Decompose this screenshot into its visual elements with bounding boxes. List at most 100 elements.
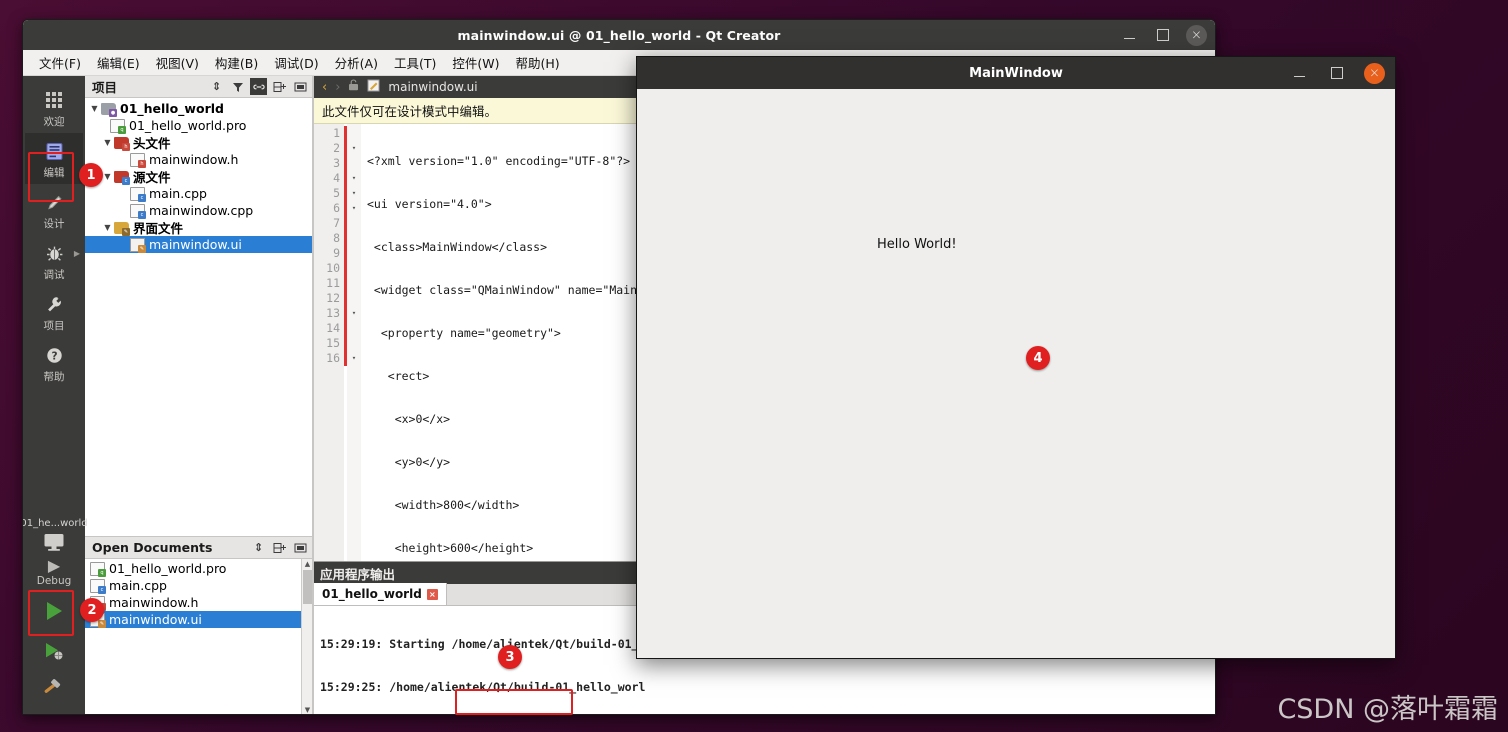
- menu-item-tools[interactable]: 工具(T): [386, 50, 444, 75]
- fold-column[interactable]: ▾ ▾ ▾ ▾ ▾ ▾: [347, 124, 361, 561]
- minimize-icon[interactable]: [1288, 62, 1310, 84]
- build-button[interactable]: [25, 670, 83, 710]
- line-number: 7: [333, 216, 340, 230]
- sidebar-item-projects[interactable]: 项目: [25, 286, 83, 337]
- tree-item-label: 01_hello_world: [120, 101, 224, 116]
- close-icon[interactable]: ×: [1186, 24, 1207, 46]
- tree-item-sources-folder[interactable]: ▼ c 源文件: [85, 168, 312, 185]
- sidebar-item-help[interactable]: ? 帮助: [25, 337, 83, 388]
- tree-item-project[interactable]: ▼ ● 01_hello_world: [85, 100, 312, 117]
- list-item[interactable]: q 01_hello_world.pro: [85, 560, 312, 577]
- menu-item-help[interactable]: 帮助(H): [507, 50, 567, 75]
- tree-item-headers-folder[interactable]: ▼ h 头文件: [85, 134, 312, 151]
- debug-run-button[interactable]: [25, 636, 83, 670]
- menu-item-debug[interactable]: 调试(D): [266, 50, 326, 75]
- scroll-down-arrow-icon[interactable]: ▼: [303, 705, 312, 714]
- wrench-icon: [45, 292, 64, 316]
- chevron-right-icon[interactable]: ›: [335, 80, 340, 95]
- modification-marker: [344, 124, 347, 561]
- h-file-icon: h: [130, 152, 146, 168]
- fold-marker: [347, 336, 361, 351]
- sidebar-item-edit[interactable]: 编辑: [25, 133, 83, 184]
- scroll-up-arrow-icon[interactable]: ▲: [303, 559, 312, 570]
- document-lines-icon: [45, 139, 64, 163]
- filter-icon[interactable]: [229, 78, 246, 95]
- editor-infobar-text: 此文件仅可在设计模式中编辑。: [322, 104, 498, 119]
- list-item[interactable]: h mainwindow.h: [85, 594, 312, 611]
- sidebar-item-design[interactable]: 设计: [25, 184, 83, 235]
- sidebar-item-debug[interactable]: 调试 ▶: [25, 235, 83, 286]
- sort-updown-icon[interactable]: ⇕: [208, 78, 225, 95]
- chevron-right-icon[interactable]: ▶: [74, 249, 80, 258]
- line-number: 9: [333, 246, 340, 260]
- menu-item-file[interactable]: 文件(F): [31, 50, 89, 75]
- left-dock-column: 项目 ⇕ ▼ ● 01_hello_world q 01_hello_world…: [85, 76, 313, 714]
- tree-item-pro-file[interactable]: q 01_hello_world.pro: [85, 117, 312, 134]
- projects-tree[interactable]: ▼ ● 01_hello_world q 01_hello_world.pro: [85, 98, 312, 536]
- split-add-icon[interactable]: [271, 539, 288, 556]
- fold-marker: [347, 126, 361, 141]
- csdn-watermark: CSDN @落叶霜霜: [1277, 694, 1498, 725]
- annotation-marker-4: 4: [1026, 346, 1050, 370]
- app-window-controls: ×: [1288, 57, 1385, 89]
- bug-icon: [45, 241, 64, 265]
- fold-marker: [347, 261, 361, 276]
- open-documents-list[interactable]: q 01_hello_world.pro c main.cpp mainwind…: [85, 559, 312, 714]
- collapse-icon[interactable]: [292, 78, 309, 95]
- output-tab[interactable]: 01_hello_world ×: [314, 583, 447, 605]
- menu-item-build[interactable]: 构建(B): [207, 50, 266, 75]
- tree-item-forms-folder[interactable]: ▼ ✎ 界面文件: [85, 219, 312, 236]
- sources-folder-icon: c: [114, 170, 130, 185]
- list-item[interactable]: ✎ mainwindow.ui: [85, 611, 312, 628]
- output-tab-label: 01_hello_world: [322, 587, 422, 601]
- list-item[interactable]: c main.cpp: [85, 577, 312, 594]
- fold-marker: [347, 276, 361, 291]
- maximize-icon[interactable]: [1152, 24, 1174, 46]
- menu-item-view[interactable]: 视图(V): [148, 50, 207, 75]
- tree-item-label: mainwindow.ui: [149, 237, 242, 252]
- sidebar-item-label: 帮助: [43, 371, 65, 383]
- sort-updown-icon[interactable]: ⇕: [250, 539, 267, 556]
- link-icon[interactable]: [250, 78, 267, 95]
- menu-item-edit[interactable]: 编辑(E): [89, 50, 148, 75]
- collapse-icon[interactable]: [292, 539, 309, 556]
- ui-file-icon: ✎: [130, 237, 146, 253]
- menu-item-widgets[interactable]: 控件(W): [444, 50, 507, 75]
- forms-folder-icon: ✎: [114, 221, 130, 236]
- tree-item-main-cpp[interactable]: c main.cpp: [85, 185, 312, 202]
- cpp-file-icon: c: [130, 186, 146, 202]
- scrollbar-thumb[interactable]: [303, 570, 312, 604]
- kit-selector-area: 01_he...world ▶ Debug: [23, 518, 88, 714]
- expand-arrow-icon[interactable]: ▼: [88, 104, 101, 113]
- maximize-icon[interactable]: [1326, 62, 1348, 84]
- sidebar-item-welcome[interactable]: 欢迎: [25, 82, 83, 133]
- line-number: 12: [326, 291, 340, 305]
- chevron-right-icon[interactable]: ▶: [48, 556, 60, 575]
- fold-marker: ▾: [351, 174, 357, 182]
- minimize-icon[interactable]: [1118, 24, 1140, 46]
- tree-item-mainwindow-ui[interactable]: ✎ mainwindow.ui: [85, 236, 312, 253]
- list-item-label: mainwindow.ui: [109, 612, 202, 627]
- chevron-left-icon[interactable]: ‹: [322, 80, 327, 95]
- kit-name-label[interactable]: 01_he...world: [23, 518, 88, 529]
- list-item-label: 01_hello_world.pro: [109, 561, 227, 576]
- tree-item-mainwindow-cpp[interactable]: c mainwindow.cpp: [85, 202, 312, 219]
- unlock-icon[interactable]: [348, 79, 359, 95]
- split-add-icon[interactable]: [271, 78, 288, 95]
- tree-item-label: main.cpp: [149, 186, 207, 201]
- open-documents-scrollbar[interactable]: ▲ ▼: [301, 559, 312, 714]
- app-window-canvas[interactable]: Hello World!: [637, 89, 1395, 658]
- expand-arrow-icon[interactable]: ▼: [101, 223, 114, 232]
- output-line: 15:29:25: /home/alientek/Qt/build-01_hel…: [320, 680, 646, 694]
- menu-item-analyze[interactable]: 分析(A): [327, 50, 386, 75]
- close-icon[interactable]: ×: [426, 588, 438, 600]
- expand-arrow-icon[interactable]: ▼: [101, 138, 114, 147]
- tree-item-mainwindow-h[interactable]: h mainwindow.h: [85, 151, 312, 168]
- sidebar-item-label: 欢迎: [43, 116, 65, 128]
- hello-world-label: Hello World!: [877, 237, 957, 252]
- close-icon[interactable]: ×: [1364, 62, 1385, 84]
- sidebar-item-label: 设计: [43, 218, 65, 230]
- run-button[interactable]: [25, 590, 83, 636]
- fold-marker: ▾: [351, 354, 357, 362]
- kit-build-config[interactable]: ▶ Debug: [25, 529, 83, 590]
